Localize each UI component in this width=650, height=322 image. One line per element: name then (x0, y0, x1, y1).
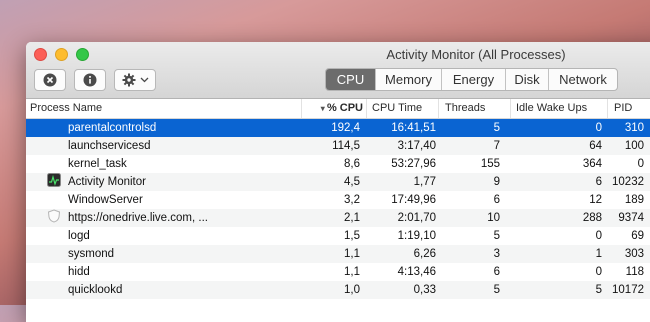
table-row[interactable]: hidd 1,1 4:13,46 6 0 118 (26, 263, 650, 281)
idle-wake-ups-cell: 64 (589, 140, 602, 152)
pid-cell: 9374 (618, 212, 644, 224)
cpu-time-cell: 53:27,96 (391, 158, 436, 170)
threads-cell: 155 (480, 158, 500, 170)
pid-cell: 0 (637, 158, 644, 170)
cpu-time-cell: 17:49,96 (391, 194, 436, 206)
process-name-cell: quicklookd (68, 284, 123, 296)
idle-wake-ups-cell: 1 (595, 248, 602, 260)
idle-wake-ups-cell: 12 (589, 194, 602, 206)
table-row[interactable]: parentalcontrolsd 192,4 16:41,51 5 0 310 (26, 119, 650, 137)
table-row[interactable]: WindowServer 3,2 17:49,96 6 12 189 (26, 191, 650, 209)
cpu-cell: 1,1 (344, 266, 360, 278)
tab-energy[interactable]: Energy (441, 69, 505, 90)
process-name-cell: launchservicesd (68, 140, 151, 152)
inspect-process-button[interactable] (74, 69, 106, 91)
cpu-cell: 1,0 (344, 284, 360, 296)
column-header-cpu-label: % CPU (326, 102, 363, 114)
table-row[interactable]: logd 1,5 1:19,10 5 0 69 (26, 227, 650, 245)
window-title: Activity Monitor (All Processes) (386, 47, 566, 62)
cpu-cell: 4,5 (344, 176, 360, 188)
pid-cell: 10172 (612, 284, 644, 296)
threads-cell: 5 (493, 230, 500, 242)
pid-cell: 118 (625, 266, 644, 278)
idle-wake-ups-cell: 6 (595, 176, 602, 188)
column-header-process-name[interactable]: Process Name (26, 99, 302, 118)
activity-monitor-window: Activity Monitor (All Processes) CPU Mem… (26, 42, 650, 322)
table-row[interactable] (26, 299, 650, 317)
cpu-time-cell: 1:19,10 (397, 230, 436, 242)
idle-wake-ups-cell: 0 (595, 266, 602, 278)
process-name-cell: hidd (68, 266, 90, 278)
cpu-time-cell: 2:01,70 (397, 212, 436, 224)
table-row[interactable]: quicklookd 1,0 0,33 5 5 10172 (26, 281, 650, 299)
process-name-cell: logd (68, 230, 90, 242)
view-tabs: CPU Memory Energy Disk Network (325, 68, 618, 91)
cpu-time-cell: 16:41,51 (391, 122, 436, 134)
cpu-time-cell: 0,33 (413, 284, 436, 296)
column-header-threads[interactable]: Threads (439, 99, 511, 118)
threads-cell: 6 (493, 194, 500, 206)
table-row[interactable]: launchservicesd 114,5 3:17,40 7 64 100 (26, 137, 650, 155)
idle-wake-ups-cell: 364 (582, 158, 602, 170)
table-header: Process Name ▾ % CPU CPU Time Threads Id… (26, 99, 650, 119)
process-name-cell: WindowServer (68, 194, 143, 206)
cpu-time-cell: 6,26 (413, 248, 436, 260)
idle-wake-ups-cell: 288 (582, 212, 602, 224)
process-name-cell: parentalcontrolsd (68, 122, 157, 134)
threads-cell: 6 (493, 266, 500, 278)
tab-disk[interactable]: Disk (505, 69, 548, 90)
threads-cell: 9 (493, 176, 500, 188)
idle-wake-ups-cell: 0 (595, 230, 602, 242)
threads-cell: 10 (487, 212, 500, 224)
cpu-cell: 1,1 (344, 248, 360, 260)
chevron-down-icon (140, 77, 148, 83)
tab-memory[interactable]: Memory (375, 69, 441, 90)
pid-cell: 303 (624, 248, 644, 260)
info-icon (83, 73, 97, 87)
cpu-cell: 114,5 (332, 140, 360, 152)
process-name-cell: Activity Monitor (68, 176, 146, 188)
process-name-cell: sysmond (68, 248, 115, 260)
idle-wake-ups-cell: 5 (595, 284, 602, 296)
process-name-cell: kernel_task (68, 158, 127, 170)
column-header-cpu-time[interactable]: CPU Time (367, 99, 439, 118)
process-name-cell: https://onedrive.live.com, ... (68, 212, 208, 224)
cpu-cell: 1,5 (344, 230, 360, 242)
column-header-cpu[interactable]: ▾ % CPU (302, 99, 367, 118)
stop-process-button[interactable] (34, 69, 66, 91)
action-menu-button[interactable] (114, 69, 156, 91)
column-header-pid[interactable]: PID (608, 99, 648, 118)
pid-cell: 69 (631, 230, 644, 242)
cpu-cell: 2,1 (344, 212, 360, 224)
threads-cell: 7 (493, 140, 500, 152)
tab-cpu[interactable]: CPU (326, 69, 375, 90)
column-header-idle-wake-ups[interactable]: Idle Wake Ups (511, 99, 608, 118)
pid-cell: 100 (624, 140, 644, 152)
cpu-time-cell: 4:13,46 (397, 266, 436, 278)
table-row[interactable]: Activity Monitor 4,5 1,77 9 6 10232 (26, 173, 650, 191)
cpu-cell: 8,6 (344, 158, 360, 170)
table-row[interactable]: https://onedrive.live.com, ... 2,1 2:01,70… (26, 209, 650, 227)
process-table-body: parentalcontrolsd 192,4 16:41,51 5 0 310 launc… (26, 119, 650, 317)
pid-cell: 189 (624, 194, 644, 206)
pid-cell: 310 (624, 122, 644, 134)
title-bar: Activity Monitor (All Processes) CPU Mem… (26, 42, 650, 99)
gear-icon (122, 73, 135, 87)
threads-cell: 5 (493, 284, 500, 296)
cpu-cell: 192,4 (331, 122, 360, 134)
threads-cell: 3 (493, 248, 500, 260)
table-row[interactable]: kernel_task 8,6 53:27,96 155 364 0 (26, 155, 650, 173)
activity-monitor-icon (47, 173, 61, 187)
pid-cell: 10232 (612, 176, 644, 188)
shield-icon (47, 209, 61, 223)
cpu-cell: 3,2 (344, 194, 360, 206)
cpu-time-cell: 3:17,40 (397, 140, 436, 152)
table-row[interactable]: sysmond 1,1 6,26 3 1 303 (26, 245, 650, 263)
stop-process-icon (43, 73, 57, 87)
tab-network[interactable]: Network (548, 69, 617, 90)
idle-wake-ups-cell: 0 (595, 122, 602, 134)
threads-cell: 5 (493, 122, 500, 134)
cpu-time-cell: 1,77 (413, 176, 436, 188)
